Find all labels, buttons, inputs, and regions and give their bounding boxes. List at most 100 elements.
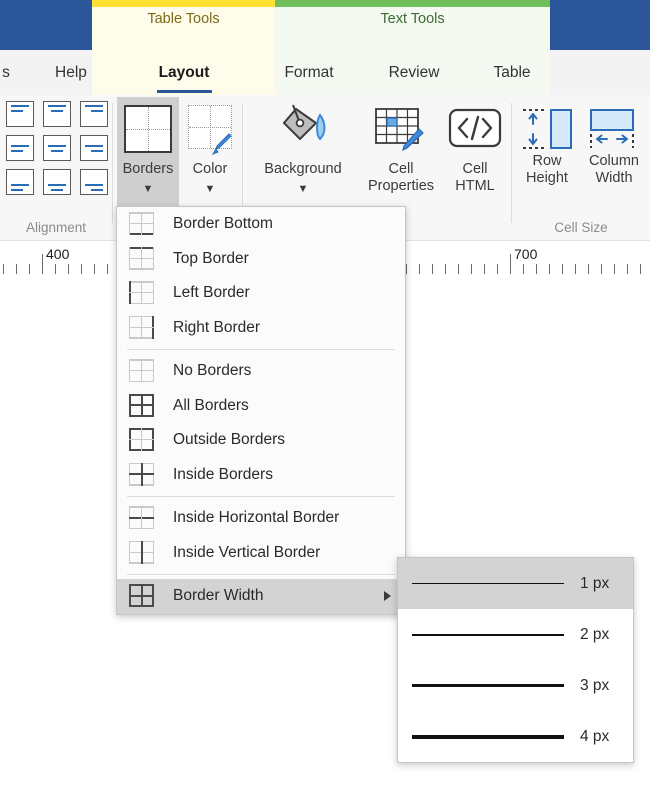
table-tools-accent-bar [92,0,275,7]
ruler-tick-minor [575,264,576,274]
menu-item-label: Inside Horizontal Border [173,509,340,527]
borders-icon [117,103,179,159]
border-width-option-2px[interactable]: 2 px [398,609,633,660]
menu-item-label: Inside Borders [173,465,273,483]
menu-item-all-borders[interactable]: All Borders [117,389,405,424]
menu-item-label: Outside Borders [173,431,285,449]
align-middle-center-button[interactable] [43,135,71,161]
menu-item-border-bottom[interactable]: Border Bottom [117,207,405,242]
no-borders-icon [129,359,155,383]
menu-item-border-width[interactable]: Border Width [117,579,405,614]
ribbon-separator-1 [112,103,113,223]
ruler-tick-minor [445,264,446,274]
menu-item-inside-vertical-border[interactable]: Inside Vertical Border [117,536,405,571]
menu-item-border-left[interactable]: Left Border [117,276,405,311]
outside-borders-icon [129,428,155,452]
tab-table[interactable]: Table [472,57,552,89]
ruler-tick-minor [601,264,602,274]
text-tools-title: Text Tools [380,11,445,27]
column-width-label: Column Width [580,153,648,187]
text-tools-accent-bar [275,0,550,7]
menu-item-label: Right Border [173,318,261,336]
paint-bucket-icon [247,103,359,159]
ruler-label-400: 400 [46,246,70,262]
border-width-option-1px[interactable]: 1 px [398,558,633,609]
tab-format[interactable]: Format [266,57,352,89]
align-middle-left-button[interactable] [6,135,34,161]
border-top-icon [129,246,155,271]
border-width-option-3px[interactable]: 3 px [398,660,633,711]
cell-html-button[interactable]: Cell HTML [443,97,507,209]
tab-review[interactable]: Review [371,57,457,89]
ruler-tick-minor [523,264,524,274]
column-width-button[interactable]: Column Width [580,97,648,193]
borders-dropdown-menu[interactable]: Border Bottom Top Border Left Border Right … [116,206,406,615]
border-left-icon [129,281,155,305]
border-width-label: 3 px [580,676,610,694]
ruler-tick-major [510,254,511,274]
line-preview-1px [412,583,564,584]
border-color-label: Color [192,161,228,177]
align-top-center-button[interactable] [43,101,71,127]
ruler-tick-minor [458,264,459,274]
tab-help[interactable]: Help [36,57,106,89]
align-bottom-center-button[interactable] [43,169,71,195]
row-height-label-line2: Height [526,170,568,186]
column-width-label-line1: Column [589,153,639,169]
borders-button[interactable]: Borders ▼ [117,97,179,209]
tab-truncated[interactable]: s [0,57,24,89]
border-width-label: 2 px [580,625,610,643]
menu-item-label: Border Width [173,587,264,605]
ribbon-separator-2 [242,103,243,223]
ruler-tick-major [42,254,43,274]
group-label-alignment: Alignment [25,220,87,235]
border-width-option-4px[interactable]: 4 px [398,711,633,762]
align-bottom-right-button[interactable] [80,169,108,195]
color-chevron-down-icon[interactable]: ▼ [181,183,239,195]
menu-separator [127,349,395,350]
borders-chevron-down-icon[interactable]: ▼ [117,183,179,195]
ruler-tick-minor [614,264,615,274]
group-label-cell-size: Cell Size [554,220,608,235]
column-width-icon [580,103,648,159]
align-bottom-left-button[interactable] [6,169,34,195]
tab-layout[interactable]: Layout [139,57,229,89]
row-height-button[interactable]: Row Height [516,97,578,193]
cell-properties-label: Cell Properties [362,161,440,195]
align-top-right-button[interactable] [80,101,108,127]
align-middle-right-button[interactable] [80,135,108,161]
border-color-icon [181,103,239,159]
background-label: Background [264,161,342,177]
ruler-tick-minor [3,264,4,274]
cell-properties-button[interactable]: Cell Properties [362,97,440,209]
background-chevron-down-icon[interactable]: ▼ [247,183,359,195]
cell-properties-label-line1: Cell [388,161,414,177]
menu-item-border-top[interactable]: Top Border [117,242,405,277]
cell-properties-icon [362,103,440,159]
ribbon-group-alignment: Alignment [0,95,112,239]
ruler-tick-minor [484,264,485,274]
tab-layout-underline [157,90,212,93]
all-borders-icon [129,393,155,418]
border-color-button[interactable]: Color ▼ [181,97,239,209]
menu-separator [127,574,395,575]
menu-item-outside-borders[interactable]: Outside Borders [117,423,405,458]
ruler-tick-minor [107,264,108,274]
menu-item-inside-borders[interactable]: Inside Borders [117,458,405,493]
menu-item-label: No Borders [173,362,252,380]
ruler-tick-minor [549,264,550,274]
menu-item-inside-horizontal-border[interactable]: Inside Horizontal Border [117,501,405,536]
menu-item-border-right[interactable]: Right Border [117,311,405,346]
border-width-label: 4 px [580,727,610,745]
row-height-label-line1: Row [532,153,562,169]
background-button[interactable]: Background ▼ [247,97,359,209]
menu-item-label: Border Bottom [173,215,273,233]
menu-item-label: Inside Vertical Border [173,543,321,561]
border-width-submenu[interactable]: 1 px 2 px 3 px 4 px [397,557,634,763]
ruler-tick-minor [29,264,30,274]
column-width-label-line2: Width [595,170,633,186]
submenu-arrow-icon [384,591,391,602]
menu-item-no-borders[interactable]: No Borders [117,354,405,389]
ruler-tick-minor [16,264,17,274]
align-top-left-button[interactable] [6,101,34,127]
